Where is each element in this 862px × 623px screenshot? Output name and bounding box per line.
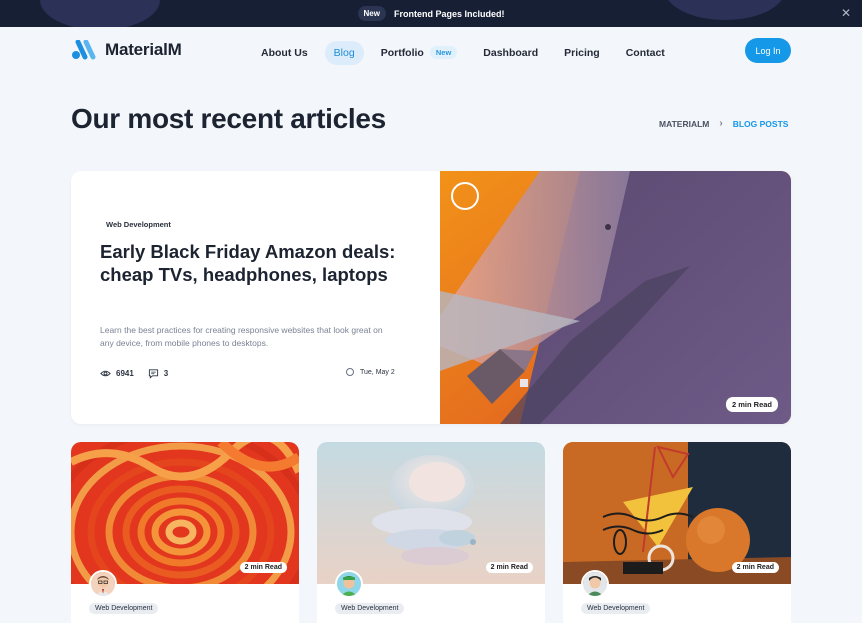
page-title: Our most recent articles bbox=[71, 103, 386, 134]
category-chip[interactable]: Web Development bbox=[581, 603, 651, 614]
nav-label: Portfolio bbox=[380, 46, 424, 59]
logo-text: MaterialM bbox=[105, 40, 182, 59]
nav-item-portfolio[interactable]: Portfolio New bbox=[372, 40, 467, 65]
nav-label: Contact bbox=[625, 46, 665, 59]
avatar-icon bbox=[583, 572, 607, 596]
announcement-bar: New Frontend Pages Included! ✕ bbox=[0, 0, 862, 27]
nav-item-contact[interactable]: Contact bbox=[617, 41, 674, 65]
materialm-logo-icon bbox=[72, 40, 96, 60]
featured-image[interactable]: 2 min Read bbox=[440, 171, 791, 424]
nav-label: Blog bbox=[333, 46, 355, 59]
decorative-blob bbox=[40, 0, 160, 27]
featured-description: Learn the best practices for creating re… bbox=[100, 325, 383, 348]
avatar-icon bbox=[337, 572, 361, 596]
eye-icon bbox=[100, 370, 111, 377]
main-nav: About Us Blog Portfolio New Dashboard Pri… bbox=[252, 40, 682, 65]
breadcrumb-current: BLOG POSTS bbox=[732, 118, 789, 129]
article-card[interactable]: 2 min Read Web Development bbox=[317, 442, 545, 623]
avatar-icon bbox=[91, 572, 115, 596]
article-date: Tue, May 2 bbox=[346, 368, 395, 376]
featured-article-card[interactable]: Web Development Early Black Friday Amazo… bbox=[71, 171, 791, 424]
nav-item-blog[interactable]: Blog bbox=[324, 40, 364, 65]
breadcrumb: MATERIALM › BLOG POSTS bbox=[659, 118, 788, 129]
new-badge: New bbox=[429, 46, 458, 59]
read-time-pill: 2 min Read bbox=[725, 397, 778, 412]
read-time-pill: 2 min Read bbox=[239, 562, 287, 573]
author-avatar[interactable] bbox=[451, 182, 479, 210]
calendar-dot-icon bbox=[346, 368, 354, 376]
category-chip[interactable]: Web Development bbox=[89, 603, 159, 614]
category-chip[interactable]: Web Development bbox=[335, 603, 405, 614]
views-stat: 6941 bbox=[100, 368, 134, 379]
date-text: Tue, May 2 bbox=[360, 368, 395, 376]
login-button[interactable]: Log In bbox=[745, 38, 791, 63]
nav-item-pricing[interactable]: Pricing bbox=[555, 41, 609, 65]
author-avatar[interactable] bbox=[89, 570, 117, 598]
close-icon[interactable]: ✕ bbox=[840, 7, 852, 19]
comment-icon bbox=[148, 369, 158, 379]
site-header: MaterialM About Us Blog Portfolio New Das… bbox=[0, 27, 862, 75]
decorative-blob bbox=[665, 0, 785, 20]
comments-count: 3 bbox=[163, 369, 169, 378]
author-avatar[interactable] bbox=[335, 570, 363, 598]
author-avatar[interactable] bbox=[581, 570, 609, 598]
announcement-message: Frontend Pages Included! bbox=[393, 8, 505, 19]
comments-stat: 3 bbox=[148, 368, 168, 379]
article-stats: 6941 3 bbox=[100, 368, 182, 379]
read-time-pill: 2 min Read bbox=[731, 562, 779, 573]
read-time-pill: 2 min Read bbox=[485, 562, 533, 573]
breadcrumb-home[interactable]: MATERIALM bbox=[659, 119, 709, 129]
nav-label: Pricing bbox=[564, 46, 600, 59]
article-card[interactable]: 2 min Read Web Development bbox=[71, 442, 299, 623]
nav-label: About Us bbox=[261, 46, 308, 59]
nav-item-about-us[interactable]: About Us bbox=[252, 41, 317, 65]
views-count: 6941 bbox=[116, 369, 134, 378]
nav-label: Dashboard bbox=[483, 46, 539, 59]
category-chip[interactable]: Web Development bbox=[100, 217, 177, 232]
logo[interactable]: MaterialM bbox=[72, 40, 182, 60]
chevron-right-icon: › bbox=[719, 118, 723, 129]
featured-content: Web Development Early Black Friday Amazo… bbox=[71, 171, 440, 424]
nav-item-dashboard[interactable]: Dashboard bbox=[474, 41, 547, 65]
abstract-shapes-image bbox=[440, 171, 791, 424]
featured-title[interactable]: Early Black Friday Amazon deals: cheap T… bbox=[100, 241, 400, 286]
article-card[interactable]: 2 min Read Web Development bbox=[563, 442, 791, 623]
announcement-badge: New bbox=[357, 6, 386, 21]
